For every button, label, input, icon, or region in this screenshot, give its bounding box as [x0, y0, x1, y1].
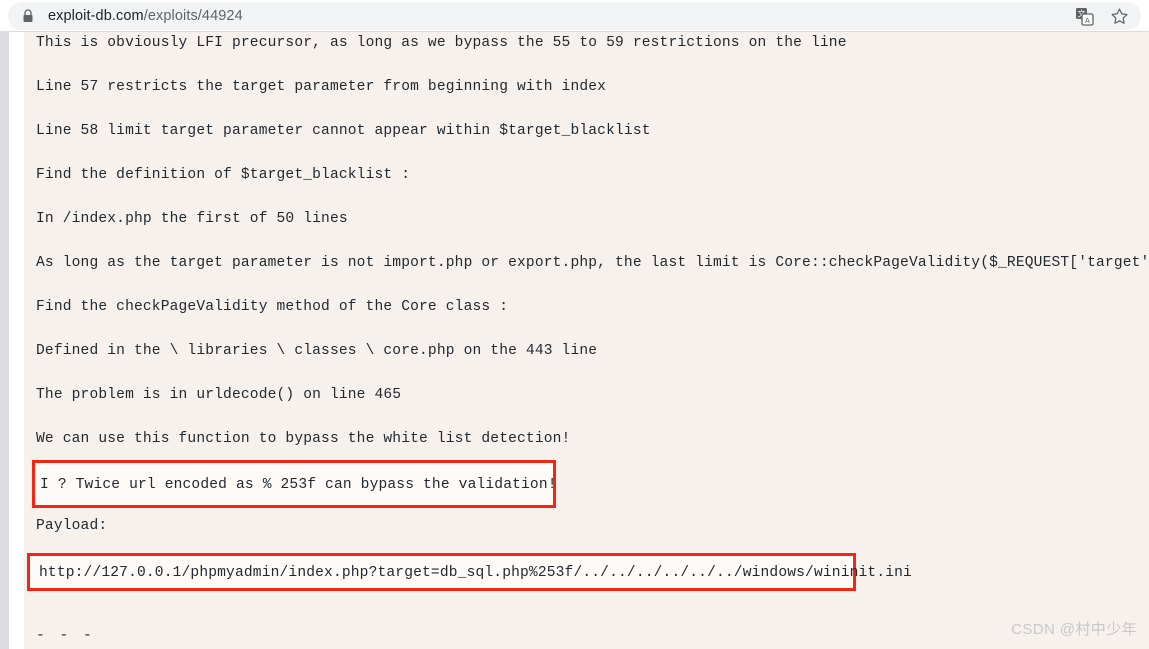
- article-line: Line 58 limit target parameter cannot ap…: [36, 123, 651, 139]
- address-bar-url: exploit-db.com/exploits/44924: [48, 8, 243, 24]
- browser-toolbar: exploit-db.com/exploits/44924 文 A: [0, 0, 1149, 32]
- article-line: Find the checkPageValidity method of the…: [36, 299, 509, 315]
- payload-url-text: http://127.0.0.1/phpmyadmin/index.php?ta…: [39, 565, 912, 581]
- omnibox-actions: 文 A: [1075, 2, 1129, 30]
- bookmark-star-icon[interactable]: [1110, 7, 1129, 26]
- highlight-note-text: I ? Twice url encoded as % 253f can bypa…: [40, 477, 557, 493]
- address-bar[interactable]: exploit-db.com/exploits/44924 文 A: [8, 2, 1141, 30]
- svg-text:A: A: [1085, 16, 1090, 25]
- article-line: Find the definition of $target_blacklist…: [36, 167, 411, 183]
- article-line: The problem is in urldecode() on line 46…: [36, 387, 402, 403]
- article-line: Line 57 restricts the target parameter f…: [36, 79, 607, 95]
- vertical-scrollbar[interactable]: [0, 32, 9, 649]
- page-viewport: This is obviously LFI precursor, as long…: [0, 32, 1149, 649]
- url-domain: exploit-db.com: [48, 8, 144, 24]
- article-line: As long as the target parameter is not i…: [36, 255, 1149, 271]
- footer-separator: - - -: [36, 628, 95, 644]
- article-line: This is obviously LFI precursor, as long…: [36, 35, 847, 51]
- payload-label: Payload:: [36, 518, 108, 534]
- highlight-box-payload: http://127.0.0.1/phpmyadmin/index.php?ta…: [27, 553, 912, 591]
- highlight-box-note: I ? Twice url encoded as % 253f can bypa…: [32, 460, 557, 508]
- article-line: In /index.php the first of 50 lines: [36, 211, 348, 227]
- exploit-article-content: This is obviously LFI precursor, as long…: [24, 32, 1149, 649]
- csdn-watermark: CSDN @村中少年: [1011, 621, 1137, 638]
- lock-icon: [22, 9, 34, 23]
- article-line: Defined in the \ libraries \ classes \ c…: [36, 343, 598, 359]
- translate-icon[interactable]: 文 A: [1075, 7, 1094, 26]
- url-path: /exploits/44924: [143, 8, 243, 24]
- article-line: We can use this function to bypass the w…: [36, 431, 571, 447]
